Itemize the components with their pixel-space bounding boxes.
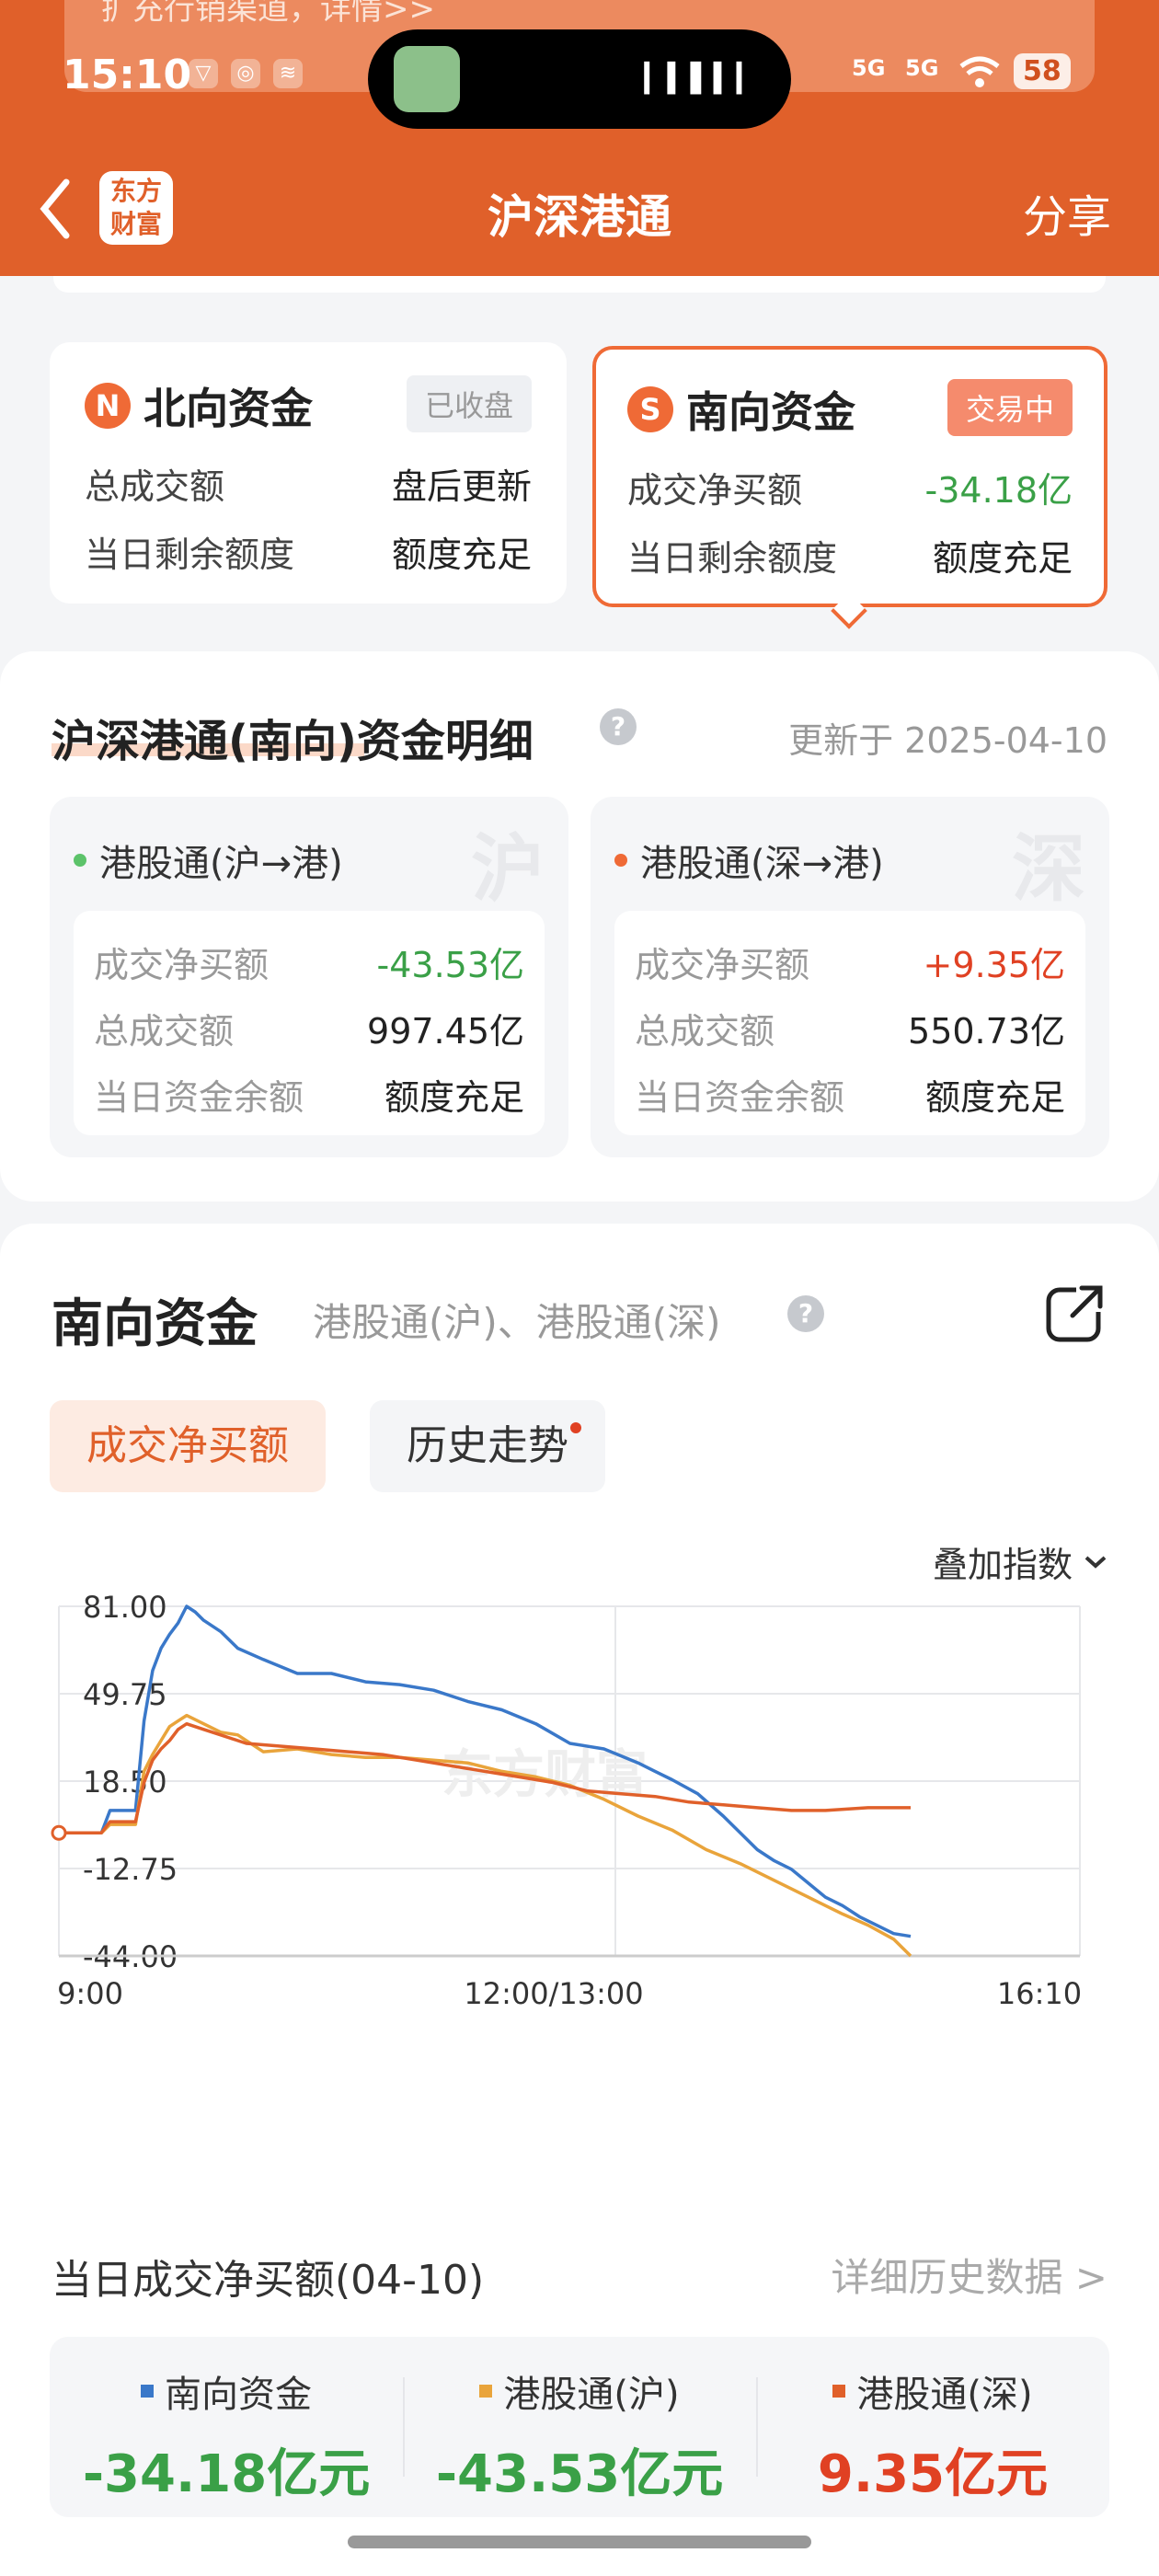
detail-title: 沪深港通(南向)资金明细 — [52, 716, 534, 767]
panel-row: 当日资金余额 额度充足 — [635, 1077, 1065, 1118]
south-card-title: 南向资金 — [686, 387, 855, 437]
orange-dot-icon — [614, 854, 627, 867]
summary-sh: 港股通(沪) -43.53亿元 — [403, 2337, 756, 2517]
y-tick-label: -12.75 — [83, 1852, 178, 1887]
watermark: 沪 — [471, 826, 545, 912]
panel-title: 港股通(深→港) — [640, 843, 884, 885]
update-time: 更新于 2025-04-10 — [788, 720, 1107, 761]
chart-section: 南向资金 港股通(沪)、港股通(深) ? 成交净买额 历史走势 叠加指数 81.… — [0, 1224, 1159, 2576]
status-time: 15:10 — [63, 52, 192, 98]
panel-row: 成交净买额 +9.35亿 — [635, 945, 1065, 985]
south-fund-card[interactable]: S 南向资金 交易中 成交净买额 -34.18亿 当日剩余额度 额度充足 — [592, 346, 1107, 607]
dynamic-island: ▎▍▌▍▎ — [368, 29, 791, 129]
panel-row: 当日资金余额 额度充足 — [94, 1077, 524, 1118]
top-header: 扩充行销渠道，详情>> 15:10 ▽ ◎ ≋ ▎▍▌▍▎ 5G 5G 58 东… — [0, 0, 1159, 276]
status-badge: 已收盘 — [406, 375, 532, 432]
history-data-link[interactable]: 详细历史数据 > — [831, 2247, 1107, 2303]
legend-marker — [141, 2385, 154, 2398]
battery-indicator: 58 — [1014, 53, 1071, 89]
status-right: 5G 5G 58 — [852, 53, 1071, 89]
app-icon: ≋ — [273, 59, 303, 88]
summary-value: -34.18亿元 — [82, 2444, 371, 2504]
legend-marker — [832, 2385, 846, 2398]
legend-marker — [479, 2385, 493, 2398]
music-icon: ◎ — [231, 59, 260, 88]
help-icon[interactable]: ? — [787, 1295, 824, 1332]
south-badge-icon: S — [627, 386, 673, 432]
new-dot-icon — [570, 1422, 581, 1433]
detail-section: 沪深港通(南向)资金明细 ? 更新于 2025-04-10 沪 港股通(沪→港)… — [0, 651, 1159, 1202]
status-badge: 交易中 — [947, 379, 1073, 436]
app-thumbnail — [394, 46, 460, 112]
green-dot-icon — [74, 854, 86, 867]
notification-text: 扩充行销渠道，详情>> — [101, 0, 435, 28]
summary-value: 9.35亿元 — [817, 2444, 1049, 2504]
card-row: 成交净买额 -34.18亿 — [627, 470, 1073, 511]
y-tick-label: 81.00 — [83, 1592, 167, 1625]
status-icons: ▽ ◎ ≋ — [189, 59, 303, 88]
card-row: 当日剩余额度 额度充足 — [85, 535, 532, 575]
chevron-down-icon — [1084, 1556, 1107, 1569]
share-button[interactable]: 分享 — [1023, 180, 1111, 245]
y-tick-label: 49.75 — [83, 1677, 167, 1712]
external-link-icon[interactable] — [1043, 1281, 1107, 1345]
chart-title: 南向资金 — [52, 1294, 258, 1354]
summary-sz: 港股通(深) 9.35亿元 — [756, 2337, 1109, 2517]
north-badge-icon: N — [85, 383, 131, 429]
summary-south: 南向资金 -34.18亿元 — [50, 2337, 403, 2517]
app-notif-icon: ▽ — [189, 59, 218, 88]
panel-row: 成交净买额 -43.53亿 — [94, 945, 524, 985]
audio-wave-icon: ▎▍▌▍▎ — [644, 63, 760, 95]
overlay-index-dropdown[interactable]: 叠加指数 — [933, 1536, 1107, 1587]
panel-sz-hk[interactable]: 深 港股通(深→港) 成交净买额 +9.35亿 总成交额 550.73亿 当日资金余… — [591, 797, 1109, 1157]
help-icon[interactable]: ? — [600, 708, 637, 745]
page-title: 沪深港通 — [488, 190, 671, 244]
signal-icon-2: 5G — [905, 54, 939, 81]
y-tick-label: 18.50 — [83, 1765, 167, 1800]
chart-subtitle: 港股通(沪)、港股通(深) — [313, 1300, 721, 1345]
watermark: 深 — [1012, 826, 1085, 912]
panel-title: 港股通(沪→港) — [99, 843, 343, 885]
panel-row: 总成交额 997.45亿 — [94, 1011, 524, 1052]
home-indicator — [348, 2536, 811, 2548]
start-point — [51, 1824, 67, 1841]
panel-sh-hk[interactable]: 沪 港股通(沪→港) 成交净买额 -43.53亿 总成交额 997.45亿 当日资金… — [50, 797, 568, 1157]
today-title: 当日成交净买额(04-10) — [52, 2257, 485, 2304]
card-row: 总成交额 盘后更新 — [85, 466, 532, 507]
x-tick-label: 16:10 — [997, 1976, 1082, 2011]
x-tick-label: 9:00 — [57, 1976, 123, 2011]
wifi-icon — [959, 56, 1000, 87]
x-tick-label: 12:00/13:00 — [464, 1976, 643, 2011]
north-fund-card[interactable]: N 北向资金 已收盘 总成交额 盘后更新 当日剩余额度 额度充足 — [50, 342, 567, 604]
tab-net-buy[interactable]: 成交净买额 — [50, 1400, 326, 1492]
north-card-title: 北向资金 — [143, 384, 313, 433]
summary-value: -43.53亿元 — [435, 2444, 724, 2504]
tab-history[interactable]: 历史走势 — [370, 1400, 605, 1492]
card-row: 当日剩余额度 额度充足 — [627, 538, 1073, 579]
top-strip — [53, 276, 1106, 293]
fund-flow-chart[interactable]: 81.0049.7518.50-12.75-44.009:00 12:00/13:… — [0, 1592, 1159, 2180]
panel-row: 总成交额 550.73亿 — [635, 1011, 1065, 1052]
signal-icon: 5G — [852, 54, 886, 81]
today-summary: 南向资金 -34.18亿元 港股通(沪) -43.53亿元 港股通(深) 9.3… — [50, 2337, 1109, 2517]
